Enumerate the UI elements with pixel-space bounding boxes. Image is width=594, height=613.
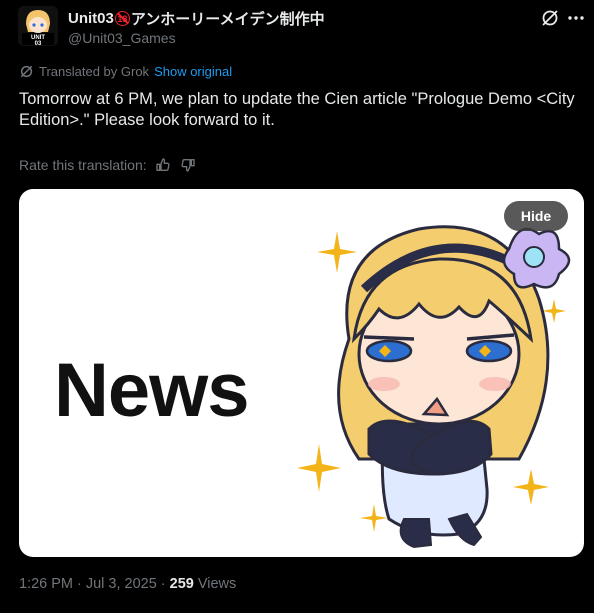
tweet-date[interactable]: Jul 3, 2025 xyxy=(86,576,157,592)
hair-ornament xyxy=(502,227,571,289)
svg-text:03: 03 xyxy=(35,41,42,46)
news-headline: News xyxy=(54,348,250,433)
thumbs-down-icon xyxy=(181,159,195,172)
translation-info: Translated by Grok Show original xyxy=(19,64,232,79)
views-label: Views xyxy=(197,576,237,592)
rate-translation-row: Rate this translation: xyxy=(19,156,197,174)
avatar[interactable]: UNIT 03 xyxy=(18,6,58,46)
grok-icon xyxy=(542,10,558,26)
thumbs-up-icon xyxy=(155,158,170,171)
author-name-suffix[interactable]: アンホーリーメイデン制作中 xyxy=(131,8,325,29)
tweet-time[interactable]: 1:26 PM xyxy=(19,576,73,592)
thumbs-up-button[interactable] xyxy=(154,156,172,174)
rate-translation-label: Rate this translation: xyxy=(19,157,147,173)
tweet-meta: 1:26 PM · Jul 3, 2025 · 259 Views xyxy=(19,576,236,592)
tweet-text: Tomorrow at 6 PM, we plan to update the … xyxy=(19,90,575,129)
thumbs-down-button[interactable] xyxy=(179,156,197,174)
author-name[interactable]: Unit03 xyxy=(68,10,114,27)
hide-media-button[interactable]: Hide xyxy=(504,201,568,231)
show-original-link[interactable]: Show original xyxy=(154,64,232,79)
grok-button[interactable] xyxy=(540,8,560,28)
meta-separator: · xyxy=(77,576,82,592)
media-image[interactable]: News Hide xyxy=(19,189,584,557)
more-icon xyxy=(568,16,584,20)
more-button[interactable] xyxy=(566,8,586,28)
author-handle[interactable]: @Unit03_Games xyxy=(68,30,176,46)
grok-small-icon xyxy=(20,65,33,78)
translated-by-label: Translated by Grok xyxy=(39,64,150,79)
views-count: 259 xyxy=(169,576,194,592)
age-restriction-badge: 18 xyxy=(114,11,130,26)
meta-separator: · xyxy=(160,576,166,592)
author-name-row[interactable]: Unit03 18 アンホーリーメイデン制作中 xyxy=(68,8,325,29)
avatar-image: UNIT 03 xyxy=(18,6,58,46)
